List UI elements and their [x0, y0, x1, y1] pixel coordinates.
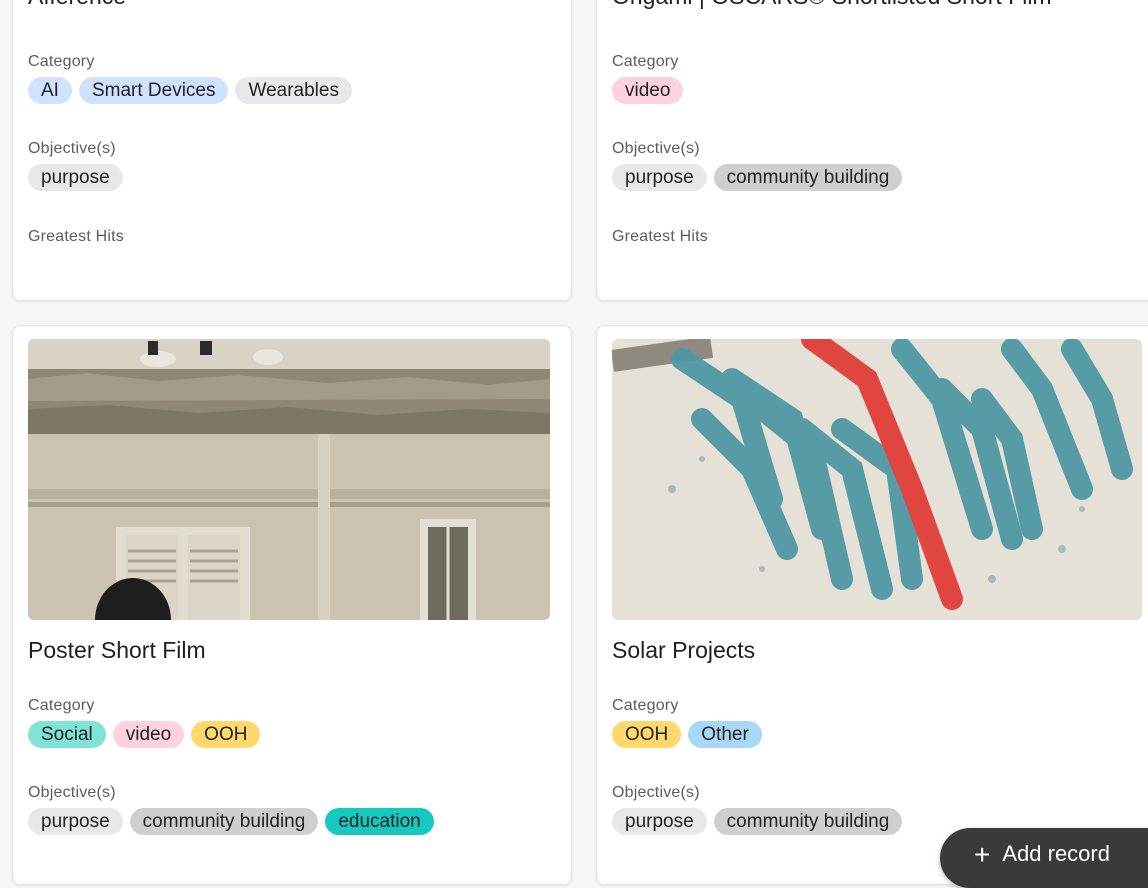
card-title: Poster Short Film	[28, 637, 206, 663]
objectives-label: Objective(s)	[28, 784, 116, 801]
category-tag: OOH	[612, 721, 682, 748]
objective-tags: purpose	[28, 164, 123, 191]
objective-tag: community building	[713, 808, 903, 835]
category-tags: AI Smart Devices Wearables	[28, 77, 352, 104]
objective-tag: community building	[713, 164, 903, 191]
category-tags: Social video OOH	[28, 721, 261, 748]
objective-tag: purpose	[612, 164, 707, 191]
card-title: Afference	[28, 0, 126, 10]
card-title: Solar Projects	[612, 637, 756, 663]
category-tag: Wearables	[235, 77, 352, 104]
greatest-hits-label: Greatest Hits	[28, 228, 124, 245]
category-tags: video	[612, 77, 684, 104]
card-title: Origami | OSCARS® Shortlisted Short Film	[612, 0, 1052, 10]
greatest-hits-label: Greatest Hits	[612, 228, 708, 245]
record-card[interactable]: Poster Short Film Category Social video …	[12, 325, 572, 885]
record-card[interactable]: Origami | OSCARS® Shortlisted Short Film…	[596, 0, 1148, 301]
category-label: Category	[28, 697, 95, 714]
category-tag: OOH	[191, 721, 261, 748]
objective-tag: education	[325, 808, 434, 835]
category-label: Category	[28, 53, 95, 70]
objectives-label: Objective(s)	[28, 140, 116, 157]
objective-tag: purpose	[28, 164, 123, 191]
objective-tags: purpose community building education	[28, 808, 434, 835]
category-tags: OOH Other	[612, 721, 762, 748]
add-record-label: Add record	[1002, 841, 1110, 866]
objectives-label: Objective(s)	[612, 140, 700, 157]
objectives-label: Objective(s)	[612, 784, 700, 801]
objective-tag: purpose	[612, 808, 707, 835]
objective-tags: purpose community building	[612, 164, 903, 191]
objective-tag: purpose	[28, 808, 123, 835]
objective-tags: purpose community building	[612, 808, 903, 835]
category-tag: Social	[28, 721, 106, 748]
category-tag: Other	[688, 721, 762, 748]
record-card[interactable]: Solar Projects Category OOH Other Object…	[596, 325, 1148, 885]
building-facade-thumbnail[interactable]	[28, 339, 550, 620]
category-tag: Smart Devices	[78, 77, 229, 104]
category-label: Category	[612, 53, 679, 70]
category-tag: AI	[28, 77, 72, 104]
category-label: Category	[612, 697, 679, 714]
category-tag: video	[112, 721, 185, 748]
add-record-button[interactable]: + Add record	[940, 828, 1148, 888]
category-tag: video	[612, 77, 684, 104]
record-card[interactable]: Afference Category AI Smart Devices Wear…	[12, 0, 572, 301]
plus-icon: +	[974, 839, 991, 870]
objective-tag: community building	[129, 808, 319, 835]
abstract-tubes-thumbnail[interactable]	[612, 339, 1142, 620]
